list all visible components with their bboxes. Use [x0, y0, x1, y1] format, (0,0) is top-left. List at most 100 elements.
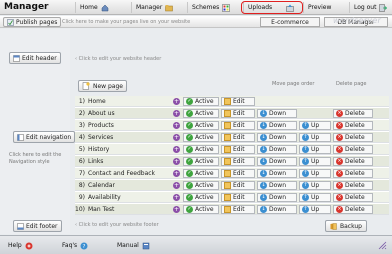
- add-subpage-icon[interactable]: +: [173, 181, 180, 189]
- active-check-icon: ✓: [186, 109, 193, 117]
- edit-button[interactable]: Edit: [221, 120, 255, 130]
- edit-button[interactable]: Edit: [221, 144, 255, 154]
- edit-footer-button[interactable]: Edit footer: [13, 220, 62, 232]
- delete-button[interactable]: × Delete: [333, 168, 373, 178]
- delete-x-icon: ×: [336, 121, 343, 129]
- move-down-button[interactable]: ↓ Down: [257, 120, 297, 130]
- delete-x-icon: ×: [336, 193, 343, 201]
- faq-icon: ?: [80, 242, 88, 250]
- delete-x-icon: ×: [336, 157, 343, 165]
- edit-button[interactable]: Edit: [221, 96, 255, 106]
- edit-header-button[interactable]: Edit header: [9, 52, 61, 64]
- page-name: About us: [88, 109, 115, 117]
- edit-button[interactable]: Edit: [221, 180, 255, 190]
- active-button[interactable]: ✓ Active: [183, 156, 219, 166]
- edit-button[interactable]: Edit: [221, 132, 255, 142]
- move-down-button[interactable]: ↓ Down: [257, 180, 297, 190]
- move-up-button[interactable]: ↑ Up: [299, 120, 331, 130]
- edit-button[interactable]: Edit: [221, 108, 255, 118]
- delete-button[interactable]: × Delete: [333, 108, 373, 118]
- schemes-button[interactable]: Schemes: [187, 2, 231, 13]
- move-up-button[interactable]: ↑ Up: [299, 156, 331, 166]
- move-down-button[interactable]: ↓ Down: [257, 156, 297, 166]
- active-button[interactable]: ✓ Active: [183, 108, 219, 118]
- edit-button[interactable]: Edit: [221, 192, 255, 202]
- move-up-button[interactable]: ↑ Up: [299, 204, 331, 214]
- down-arrow-icon: ↓: [260, 109, 267, 117]
- active-check-icon: ✓: [186, 97, 193, 105]
- delete-button[interactable]: × Delete: [333, 132, 373, 142]
- add-subpage-icon[interactable]: +: [173, 133, 180, 141]
- add-subpage-icon[interactable]: +: [173, 97, 180, 105]
- preview-button[interactable]: Preview: [303, 2, 331, 13]
- manual-button[interactable]: Manual: [117, 240, 150, 251]
- active-button[interactable]: ✓ Active: [183, 144, 219, 154]
- add-subpage-icon[interactable]: +: [173, 157, 180, 165]
- help-label: Help: [8, 242, 22, 249]
- active-label: Active: [195, 205, 214, 213]
- add-subpage-icon[interactable]: +: [173, 193, 180, 201]
- publish-pages-button[interactable]: Publish pages: [3, 17, 62, 27]
- page-number: 10): [75, 205, 85, 213]
- faqs-button[interactable]: Faq's ?: [62, 240, 88, 251]
- move-down-button[interactable]: ↓ Down: [257, 168, 297, 178]
- new-page-icon: [82, 82, 90, 90]
- add-subpage-icon[interactable]: +: [173, 121, 180, 129]
- manager-button[interactable]: Manager: [131, 2, 174, 13]
- add-subpage-icon[interactable]: +: [173, 145, 180, 153]
- delete-button[interactable]: × Delete: [333, 180, 373, 190]
- active-button[interactable]: ✓ Active: [183, 96, 219, 106]
- move-up-button[interactable]: ↑ Up: [299, 168, 331, 178]
- active-button[interactable]: ✓ Active: [183, 168, 219, 178]
- up-arrow-icon: ↑: [302, 205, 309, 213]
- add-subpage-icon[interactable]: +: [173, 205, 180, 213]
- help-button[interactable]: Help: [8, 240, 33, 251]
- new-page-button[interactable]: New page: [78, 80, 127, 92]
- edit-pencil-icon: [224, 157, 231, 165]
- edit-label: Edit: [233, 205, 245, 213]
- edit-pencil-icon: [224, 97, 231, 105]
- home-button[interactable]: Home: [75, 2, 109, 13]
- move-up-button[interactable]: ↑ Up: [299, 180, 331, 190]
- active-button[interactable]: ✓ Active: [183, 120, 219, 130]
- move-up-button[interactable]: ↑ Up: [299, 192, 331, 202]
- edit-navigation-button[interactable]: Edit navigation: [13, 131, 76, 143]
- publish-hint: Click here to make your pages live on yo…: [62, 19, 191, 25]
- active-label: Active: [195, 121, 214, 129]
- down-arrow-icon: ↓: [260, 169, 267, 177]
- delete-button[interactable]: × Delete: [333, 192, 373, 202]
- edit-navigation-icon: [17, 133, 24, 141]
- active-button[interactable]: ✓ Active: [183, 132, 219, 142]
- active-button[interactable]: ✓ Active: [183, 204, 219, 214]
- delete-button[interactable]: × Delete: [333, 156, 373, 166]
- add-subpage-icon[interactable]: +: [173, 169, 180, 177]
- edit-button[interactable]: Edit: [221, 168, 255, 178]
- logout-label: Log out: [354, 4, 377, 11]
- ecommerce-button[interactable]: E-commerce: [260, 17, 320, 27]
- home-icon: [101, 4, 109, 12]
- move-down-button[interactable]: ↓ Down: [257, 192, 297, 202]
- move-up-button[interactable]: ↑ Up: [299, 132, 331, 142]
- move-down-button[interactable]: ↓ Down: [257, 204, 297, 214]
- delete-button[interactable]: × Delete: [333, 144, 373, 154]
- delete-button[interactable]: × Delete: [333, 120, 373, 130]
- down-label: Down: [269, 121, 287, 129]
- resize-grip-icon[interactable]: [378, 240, 387, 251]
- move-up-button[interactable]: ↑ Up: [299, 144, 331, 154]
- edit-button[interactable]: Edit: [221, 204, 255, 214]
- logout-button[interactable]: Log out: [349, 2, 388, 13]
- edit-button[interactable]: Edit: [221, 156, 255, 166]
- page-number: 5): [78, 145, 85, 153]
- add-subpage-icon[interactable]: +: [173, 109, 180, 117]
- move-down-button[interactable]: ↓ Down: [257, 144, 297, 154]
- down-label: Down: [269, 157, 287, 165]
- active-button[interactable]: ✓ Active: [183, 192, 219, 202]
- move-down-button[interactable]: ↓ Down: [257, 108, 297, 118]
- active-button[interactable]: ✓ Active: [183, 180, 219, 190]
- down-arrow-icon: ↓: [260, 133, 267, 141]
- edit-pencil-icon: [224, 169, 231, 177]
- move-down-button[interactable]: ↓ Down: [257, 132, 297, 142]
- backup-button[interactable]: Backup: [325, 220, 367, 232]
- delete-label: Delete: [345, 205, 365, 213]
- delete-button[interactable]: × Delete: [333, 204, 373, 214]
